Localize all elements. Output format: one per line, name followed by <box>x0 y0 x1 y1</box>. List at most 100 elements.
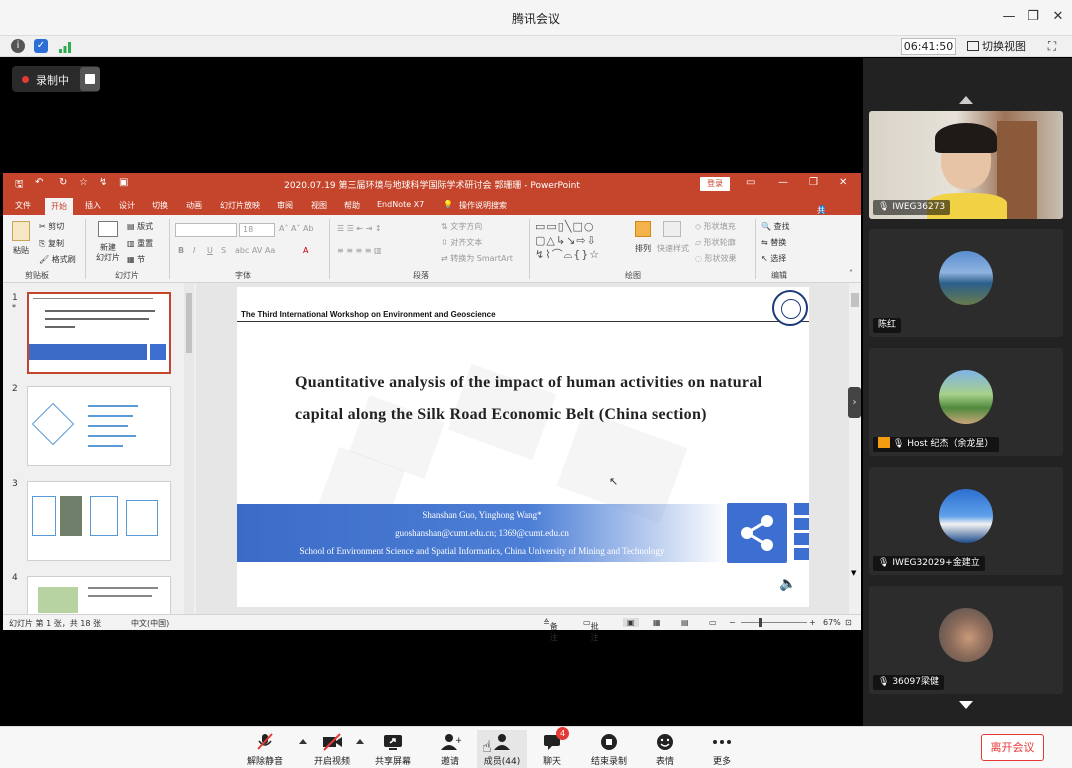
start-video-button[interactable]: 开启视频 <box>307 730 357 768</box>
new-slide-button[interactable]: 新建 幻灯片 <box>92 243 124 263</box>
tab-animations[interactable]: 动画 <box>186 200 202 211</box>
participant-tile[interactable]: 🎙 36097梁健 <box>869 586 1063 694</box>
reset-button[interactable]: ▥ 重置 <box>127 238 153 249</box>
find-button[interactable]: 🔍 查找 <box>761 221 790 232</box>
audio-options-caret-icon[interactable] <box>299 739 307 744</box>
cut-button[interactable]: ✂ 剪切 <box>39 221 64 232</box>
new-slide-icon[interactable] <box>98 221 118 237</box>
thumbs-scrollbar[interactable] <box>184 283 194 614</box>
invite-button[interactable]: + 邀请 <box>425 730 475 768</box>
tab-file[interactable]: 文件 <box>15 200 31 211</box>
bold-icon[interactable]: B <box>178 246 184 255</box>
format-painter-button[interactable]: 🖌 格式刷 <box>39 254 76 265</box>
emoji-button[interactable]: 表情 <box>640 730 690 768</box>
quick-styles-icon[interactable] <box>663 221 681 237</box>
slide-scrollbar[interactable]: ▼ <box>849 283 861 614</box>
tell-me-search[interactable]: 操作说明搜索 <box>459 200 507 211</box>
tab-transitions[interactable]: 切换 <box>152 200 168 211</box>
participant-tile[interactable]: 陈红 <box>869 229 1063 337</box>
tab-help[interactable]: 帮助 <box>344 200 360 211</box>
align-text-button[interactable]: ⇳ 对齐文本 <box>441 237 482 248</box>
tab-endnote[interactable]: EndNote X7 <box>377 200 424 209</box>
scroll-down-icon[interactable]: ▼ <box>851 569 856 577</box>
slide-thumbnail-1[interactable] <box>27 292 171 374</box>
signal-icon[interactable] <box>58 39 72 53</box>
tab-home[interactable]: 开始 <box>45 198 73 215</box>
arrange-button[interactable]: 排列 <box>635 243 651 254</box>
replace-button[interactable]: ⇋ 替换 <box>761 237 786 248</box>
align-icon[interactable]: ≡ ≡ ≡ ≡ ▥ <box>337 246 382 255</box>
reading-view-icon[interactable]: ▤ <box>681 618 689 627</box>
participant-tile[interactable]: 🎙 IWEG32029+金建立 <box>869 467 1063 575</box>
shield-icon[interactable]: ✓ <box>34 39 48 53</box>
fit-slide-icon[interactable]: ⊡ <box>845 618 852 627</box>
scroll-thumb[interactable] <box>186 293 192 353</box>
smartart-button[interactable]: ⇄ 转换为 SmartArt <box>441 253 513 264</box>
comments-button[interactable]: ▭ 批注 <box>583 618 599 642</box>
paste-button[interactable]: 粘贴 <box>13 245 29 256</box>
tab-view[interactable]: 视图 <box>311 200 327 211</box>
font-size-select[interactable]: 18 <box>239 223 275 237</box>
italic-icon[interactable]: I <box>193 246 195 255</box>
ppt-close-icon[interactable]: ✕ <box>839 177 847 188</box>
switch-view-button[interactable]: 切换视图 <box>967 38 1033 55</box>
restore-icon[interactable]: ❐ <box>1025 9 1041 25</box>
quick-styles-button[interactable]: 快速样式 <box>657 243 689 254</box>
shape-fill-button[interactable]: ◇ 形状填充 <box>695 221 736 232</box>
scroll-thumb[interactable] <box>851 293 859 307</box>
collapse-panel-button[interactable]: › <box>848 387 861 418</box>
underline-icon[interactable]: U <box>207 246 213 255</box>
shape-outline-button[interactable]: ▱ 形状轮廓 <box>695 237 736 248</box>
scroll-up-icon[interactable] <box>959 96 973 104</box>
zoom-slider[interactable] <box>741 622 807 623</box>
slideshow-view-icon[interactable]: ▭ <box>709 618 717 627</box>
language-status[interactable]: 中文(中国) <box>131 618 169 629</box>
arrange-icon[interactable] <box>635 221 651 237</box>
more-button[interactable]: 更多 <box>697 730 747 768</box>
tab-slideshow[interactable]: 幻灯片放映 <box>220 200 260 211</box>
section-button[interactable]: ▦ 节 <box>127 254 145 265</box>
shape-effects-button[interactable]: ◌ 形状效果 <box>695 253 737 264</box>
font-family-select[interactable] <box>175 223 237 237</box>
close-icon[interactable]: ✕ <box>1050 9 1066 25</box>
fullscreen-icon[interactable]: ⛶ <box>1044 38 1060 54</box>
ppt-restore-icon[interactable]: ❐ <box>809 177 818 188</box>
ribbon-display-icon[interactable]: ▭ <box>746 177 755 188</box>
bullets-icon[interactable]: ☰ ☰ ⇤ ⇥ ↕ <box>337 224 382 233</box>
stop-recording-button[interactable] <box>80 67 100 91</box>
slide-thumbnail-2[interactable] <box>27 386 171 466</box>
select-button[interactable]: ↖ 选择 <box>761 253 786 264</box>
video-options-caret-icon[interactable] <box>356 739 364 744</box>
collapse-ribbon-icon[interactable]: ˄ <box>849 269 853 278</box>
shadow-icon[interactable]: S <box>221 246 226 255</box>
speaker-icon[interactable]: 🔈 <box>779 576 797 594</box>
unmute-button[interactable]: 解除静音 <box>240 730 290 768</box>
copy-button[interactable]: ⎘ 复制 <box>39 238 64 249</box>
info-icon[interactable]: i <box>11 39 25 53</box>
zoom-out-icon[interactable]: − <box>729 618 736 627</box>
paste-icon[interactable] <box>12 221 30 241</box>
login-button[interactable]: 登录 <box>700 177 730 191</box>
tab-review[interactable]: 审阅 <box>277 200 293 211</box>
font-color-icon[interactable]: A <box>303 246 308 255</box>
chat-button[interactable]: 4 聊天 <box>527 727 577 768</box>
participant-video-tile[interactable]: 🎙 IWEG36273 <box>869 111 1063 219</box>
shapes-gallery[interactable]: ▭▭▯╲□○ ▢△↳↘⇨⇩ ↯⌇⌒⌓{}☆ <box>535 220 600 262</box>
layout-button[interactable]: ▤ 版式 <box>127 221 153 232</box>
slide-sorter-icon[interactable]: ▦ <box>653 618 661 627</box>
slide-thumbnail-3[interactable] <box>27 481 171 561</box>
zoom-slider-thumb[interactable] <box>759 618 762 627</box>
notes-button[interactable]: ≙ 备注 <box>543 618 558 642</box>
ppt-minimize-icon[interactable]: — <box>778 177 788 188</box>
zoom-in-icon[interactable]: + <box>809 618 816 627</box>
grow-font-icon[interactable]: A˄ A˅ Ab <box>279 224 314 233</box>
tab-insert[interactable]: 插入 <box>85 200 101 211</box>
scroll-down-icon[interactable] <box>959 701 973 709</box>
end-recording-button[interactable]: 结束录制 <box>584 730 634 768</box>
leave-meeting-button[interactable]: 离开会议 <box>981 734 1044 761</box>
strikethrough-icon[interactable]: abc AV Aa <box>235 246 275 255</box>
share-screen-button[interactable]: 共享屏幕 <box>368 730 418 768</box>
tab-design[interactable]: 设计 <box>119 200 135 211</box>
text-direction-button[interactable]: ⇅ 文字方向 <box>441 221 482 232</box>
normal-view-icon[interactable]: ▣ <box>623 618 639 627</box>
